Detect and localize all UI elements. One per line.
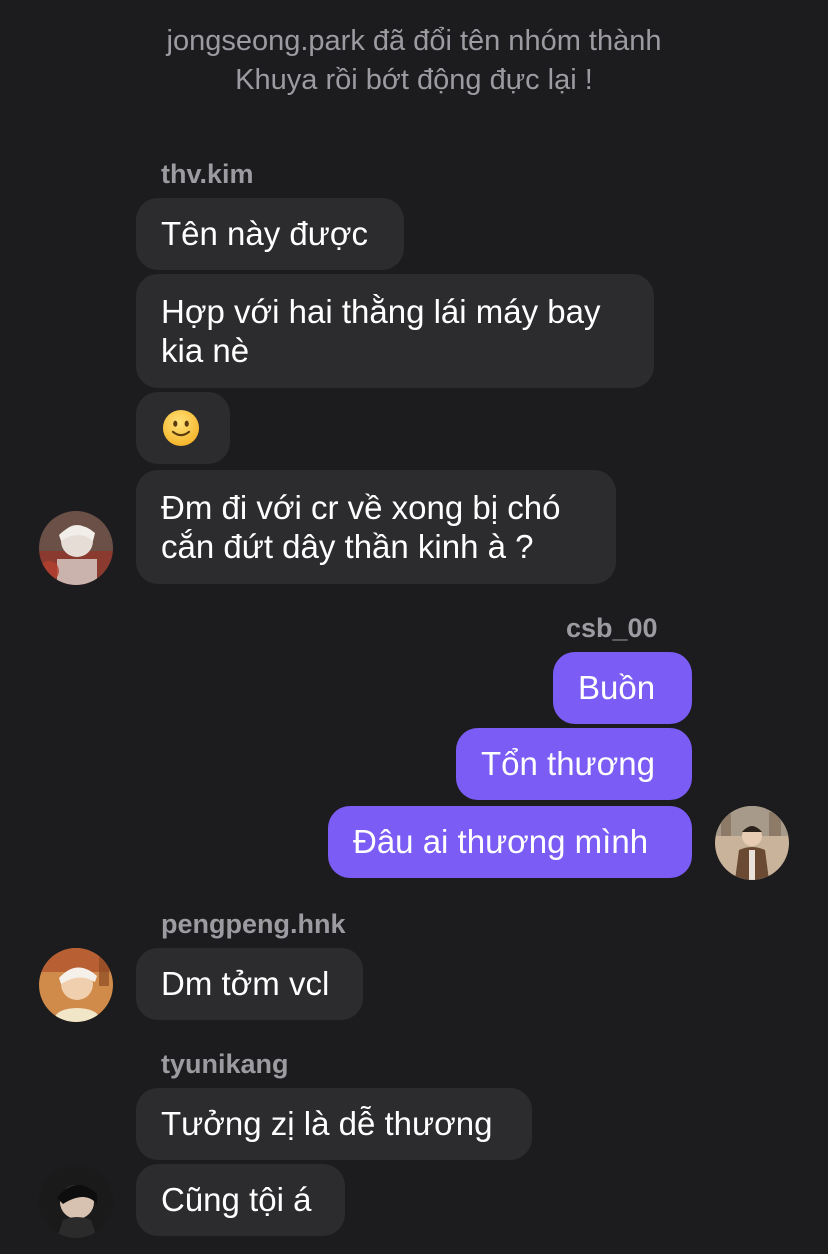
message-text: Buồn xyxy=(578,669,656,706)
message-bubble[interactable]: Dm tởm vcl xyxy=(136,948,363,1020)
message-bubble-outgoing[interactable]: Tổn thương xyxy=(456,728,692,800)
sender-name-pengpeng-hnk: pengpeng.hnk xyxy=(161,909,346,939)
message-bubble[interactable]: Tên này được xyxy=(136,198,404,270)
avatar-thv-kim[interactable] xyxy=(39,511,113,585)
sender-name-thv-kim: thv.kim xyxy=(161,159,254,189)
message-text: Dm tởm vcl xyxy=(161,965,330,1002)
message-bubble[interactable]: Tưởng zị là dễ thương xyxy=(136,1088,532,1160)
message-text: Tên này được xyxy=(161,215,368,252)
message-bubble[interactable]: Hợp với hai thằng lái máy bay kia nè xyxy=(136,274,654,388)
rename-notice-line2: Khuya rồi bớt động đực lại ! xyxy=(235,64,593,96)
sender-name-tyunikang: tyunikang xyxy=(161,1049,289,1079)
profile-photo-icon xyxy=(39,511,113,585)
sender-name-csb-00: csb_00 xyxy=(566,613,658,643)
profile-photo-icon xyxy=(39,1164,113,1238)
message-text: Tổn thương xyxy=(481,745,655,782)
message-bubble-outgoing[interactable]: Đâu ai thương mình xyxy=(328,806,692,878)
message-text: Đâu ai thương mình xyxy=(353,823,649,860)
avatar-pengpeng-hnk[interactable] xyxy=(39,948,113,1022)
profile-photo-icon xyxy=(715,806,789,880)
message-bubble[interactable]: Đm đi với cr về xong bị chó cắn đứt dây … xyxy=(136,470,616,584)
message-bubble[interactable]: Cũng tội á xyxy=(136,1164,345,1236)
avatar-csb-00[interactable] xyxy=(715,806,789,880)
message-text: Tưởng zị là dễ thương xyxy=(161,1105,493,1142)
rename-notice-line1: jongseong.park đã đổi tên nhóm thành xyxy=(166,25,662,57)
avatar-tyunikang[interactable] xyxy=(39,1164,113,1238)
message-text: Cũng tội á xyxy=(161,1181,312,1218)
message-bubble-outgoing[interactable]: Buồn xyxy=(553,652,692,724)
group-rename-notice: jongseong.park đã đổi tên nhóm thành Khu… xyxy=(0,22,828,100)
profile-photo-icon xyxy=(39,948,113,1022)
message-text: Hợp với hai thằng lái máy bay kia nè xyxy=(161,293,601,369)
message-text: Đm đi với cr về xong bị chó cắn đứt dây … xyxy=(161,489,561,565)
message-bubble-emoji[interactable] xyxy=(136,392,230,464)
slightly-smiling-face-icon xyxy=(162,409,200,447)
